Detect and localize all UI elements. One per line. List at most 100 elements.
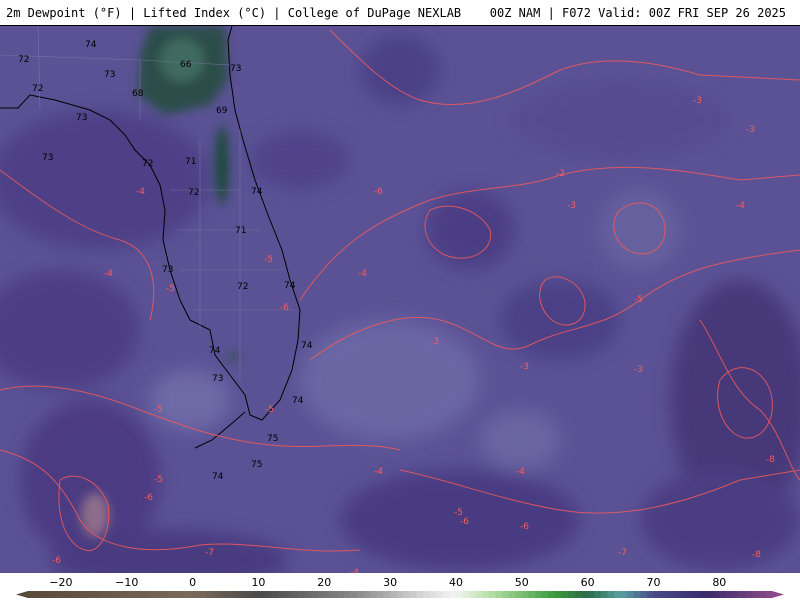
colorbar-segment — [383, 591, 391, 598]
colorbar-segment — [34, 591, 42, 598]
colorbar-segment — [515, 591, 523, 598]
colorbar-segment — [166, 591, 174, 598]
colorbar-segment — [159, 591, 167, 598]
colorbar-segment — [284, 591, 292, 598]
colorbar-tick-label: 20 — [317, 576, 331, 589]
colorbar-segment — [475, 591, 483, 598]
colorbar-segment — [699, 591, 707, 598]
colorbar-segment — [251, 591, 259, 598]
colorbar-segment — [488, 591, 496, 598]
colorbar-segment — [238, 591, 246, 598]
colorbar-segment — [100, 591, 108, 598]
colorbar-segment — [54, 591, 62, 598]
dewpoint-label: 73 — [212, 374, 223, 384]
colorbar-segment — [146, 591, 154, 598]
dewpoint-label: 75 — [251, 460, 262, 470]
colorbar-segment — [613, 591, 621, 598]
colorbar-segment — [752, 591, 760, 598]
colorbar-segment — [423, 591, 431, 598]
colorbar-segment — [60, 591, 68, 598]
colorbar-segment — [502, 591, 510, 598]
dewpoint-label: 71 — [185, 157, 196, 167]
colorbar-segment — [765, 591, 773, 598]
colorbar-segment — [673, 591, 681, 598]
colorbar-segment — [581, 591, 589, 598]
colorbar-segment — [297, 591, 305, 598]
lifted-index-label: -3 — [430, 337, 439, 347]
colorbar-segment — [495, 591, 503, 598]
lifted-index-label: -4 — [516, 467, 525, 477]
dewpoint-label: 73 — [104, 70, 115, 80]
colorbar-segment — [113, 591, 121, 598]
title-bar: 2m Dewpoint (°F) | Lifted Index (°C) | C… — [0, 0, 800, 26]
map-canvas: -3-3-2-4 -6-3 -4-5-4 -4-5-3-5-3 -3-6-5 -5-5-6… — [0, 26, 800, 573]
colorbar-segment — [508, 591, 516, 598]
colorbar-segment — [232, 591, 240, 598]
lifted-index-label: -5 — [264, 255, 273, 265]
dewpoint-label: 71 — [235, 226, 246, 236]
colorbar-segment — [376, 591, 384, 598]
dewpoint-label: 66 — [180, 60, 192, 70]
colorbar-segment — [692, 591, 700, 598]
colorbar-segment — [640, 591, 648, 598]
colorbar-segment — [28, 591, 35, 598]
colorbar-segment — [679, 591, 687, 598]
dewpoint-label: 73 — [230, 64, 241, 74]
lifted-index-label: -8 — [766, 455, 775, 465]
colorbar-segment — [455, 591, 463, 598]
colorbar-segment — [409, 591, 417, 598]
colorbar-segment — [712, 591, 720, 598]
dewpoint-label: 72 — [142, 159, 153, 169]
colorbar-segment — [225, 591, 233, 598]
lifted-index-label: -3 — [520, 362, 529, 372]
colorbar-segment — [620, 591, 628, 598]
lifted-index-label: -4 — [374, 467, 383, 477]
colorbar-segment — [442, 591, 450, 598]
dewpoint-label: 74 — [292, 396, 304, 406]
lifted-index-label: -3 — [634, 365, 643, 375]
colorbar-segment — [653, 591, 661, 598]
colorbar-segment — [199, 591, 207, 598]
colorbar-segment — [567, 591, 575, 598]
colorbar-segment — [686, 591, 694, 598]
colorbar-segment — [265, 591, 273, 598]
colorbar-segment — [337, 591, 345, 598]
dewpoint-label: 74 — [301, 341, 313, 351]
dewpoint-label: 72 — [188, 188, 199, 198]
colorbar-segment — [600, 591, 608, 598]
lifted-index-label: -5 — [634, 295, 643, 305]
colorbar-segment — [449, 591, 457, 598]
colorbar-tick-label: 80 — [712, 576, 726, 589]
dewpoint-label: 73 — [76, 113, 87, 123]
colorbar-segment — [350, 591, 358, 598]
colorbar-segment — [594, 591, 602, 598]
colorbar-segment — [218, 591, 226, 598]
colorbar-segment — [87, 591, 95, 598]
colorbar-segment — [74, 591, 82, 598]
dewpoint-label: 72 — [32, 84, 43, 94]
colorbar-segment — [126, 591, 134, 598]
colorbar-segment — [291, 591, 299, 598]
product-title: 2m Dewpoint (°F) | Lifted Index (°C) | C… — [6, 6, 462, 20]
colorbar-segment — [403, 591, 411, 598]
colorbar-segment — [80, 591, 88, 598]
lifted-index-label: -2 — [556, 169, 565, 179]
colorbar-segment — [646, 591, 654, 598]
colorbar-segment — [278, 591, 286, 598]
dewpoint-label: 72 — [18, 55, 29, 65]
colorbar-segment — [739, 591, 747, 598]
colorbar-segment — [186, 591, 194, 598]
model-run-valid-time: 00Z NAM | F072 Valid: 00Z FRI SEP 26 202… — [489, 6, 786, 20]
colorbar-segment — [396, 591, 404, 598]
colorbar-segment — [93, 591, 101, 598]
lifted-index-label: -5 — [154, 475, 163, 485]
lifted-index-label: -4 — [136, 187, 145, 197]
lifted-index-label: -6 — [460, 517, 469, 527]
colorbar-segment — [587, 591, 595, 598]
colorbar-segment — [324, 591, 332, 598]
colorbar-tick-label: 60 — [581, 576, 595, 589]
colorbar-tick-label: −10 — [115, 576, 138, 589]
lifted-index-label: -4 — [358, 269, 367, 279]
colorbar-canvas: −20 −10 0 10 20 30 40 50 60 70 80 — [16, 576, 784, 598]
colorbar-segment — [469, 591, 477, 598]
